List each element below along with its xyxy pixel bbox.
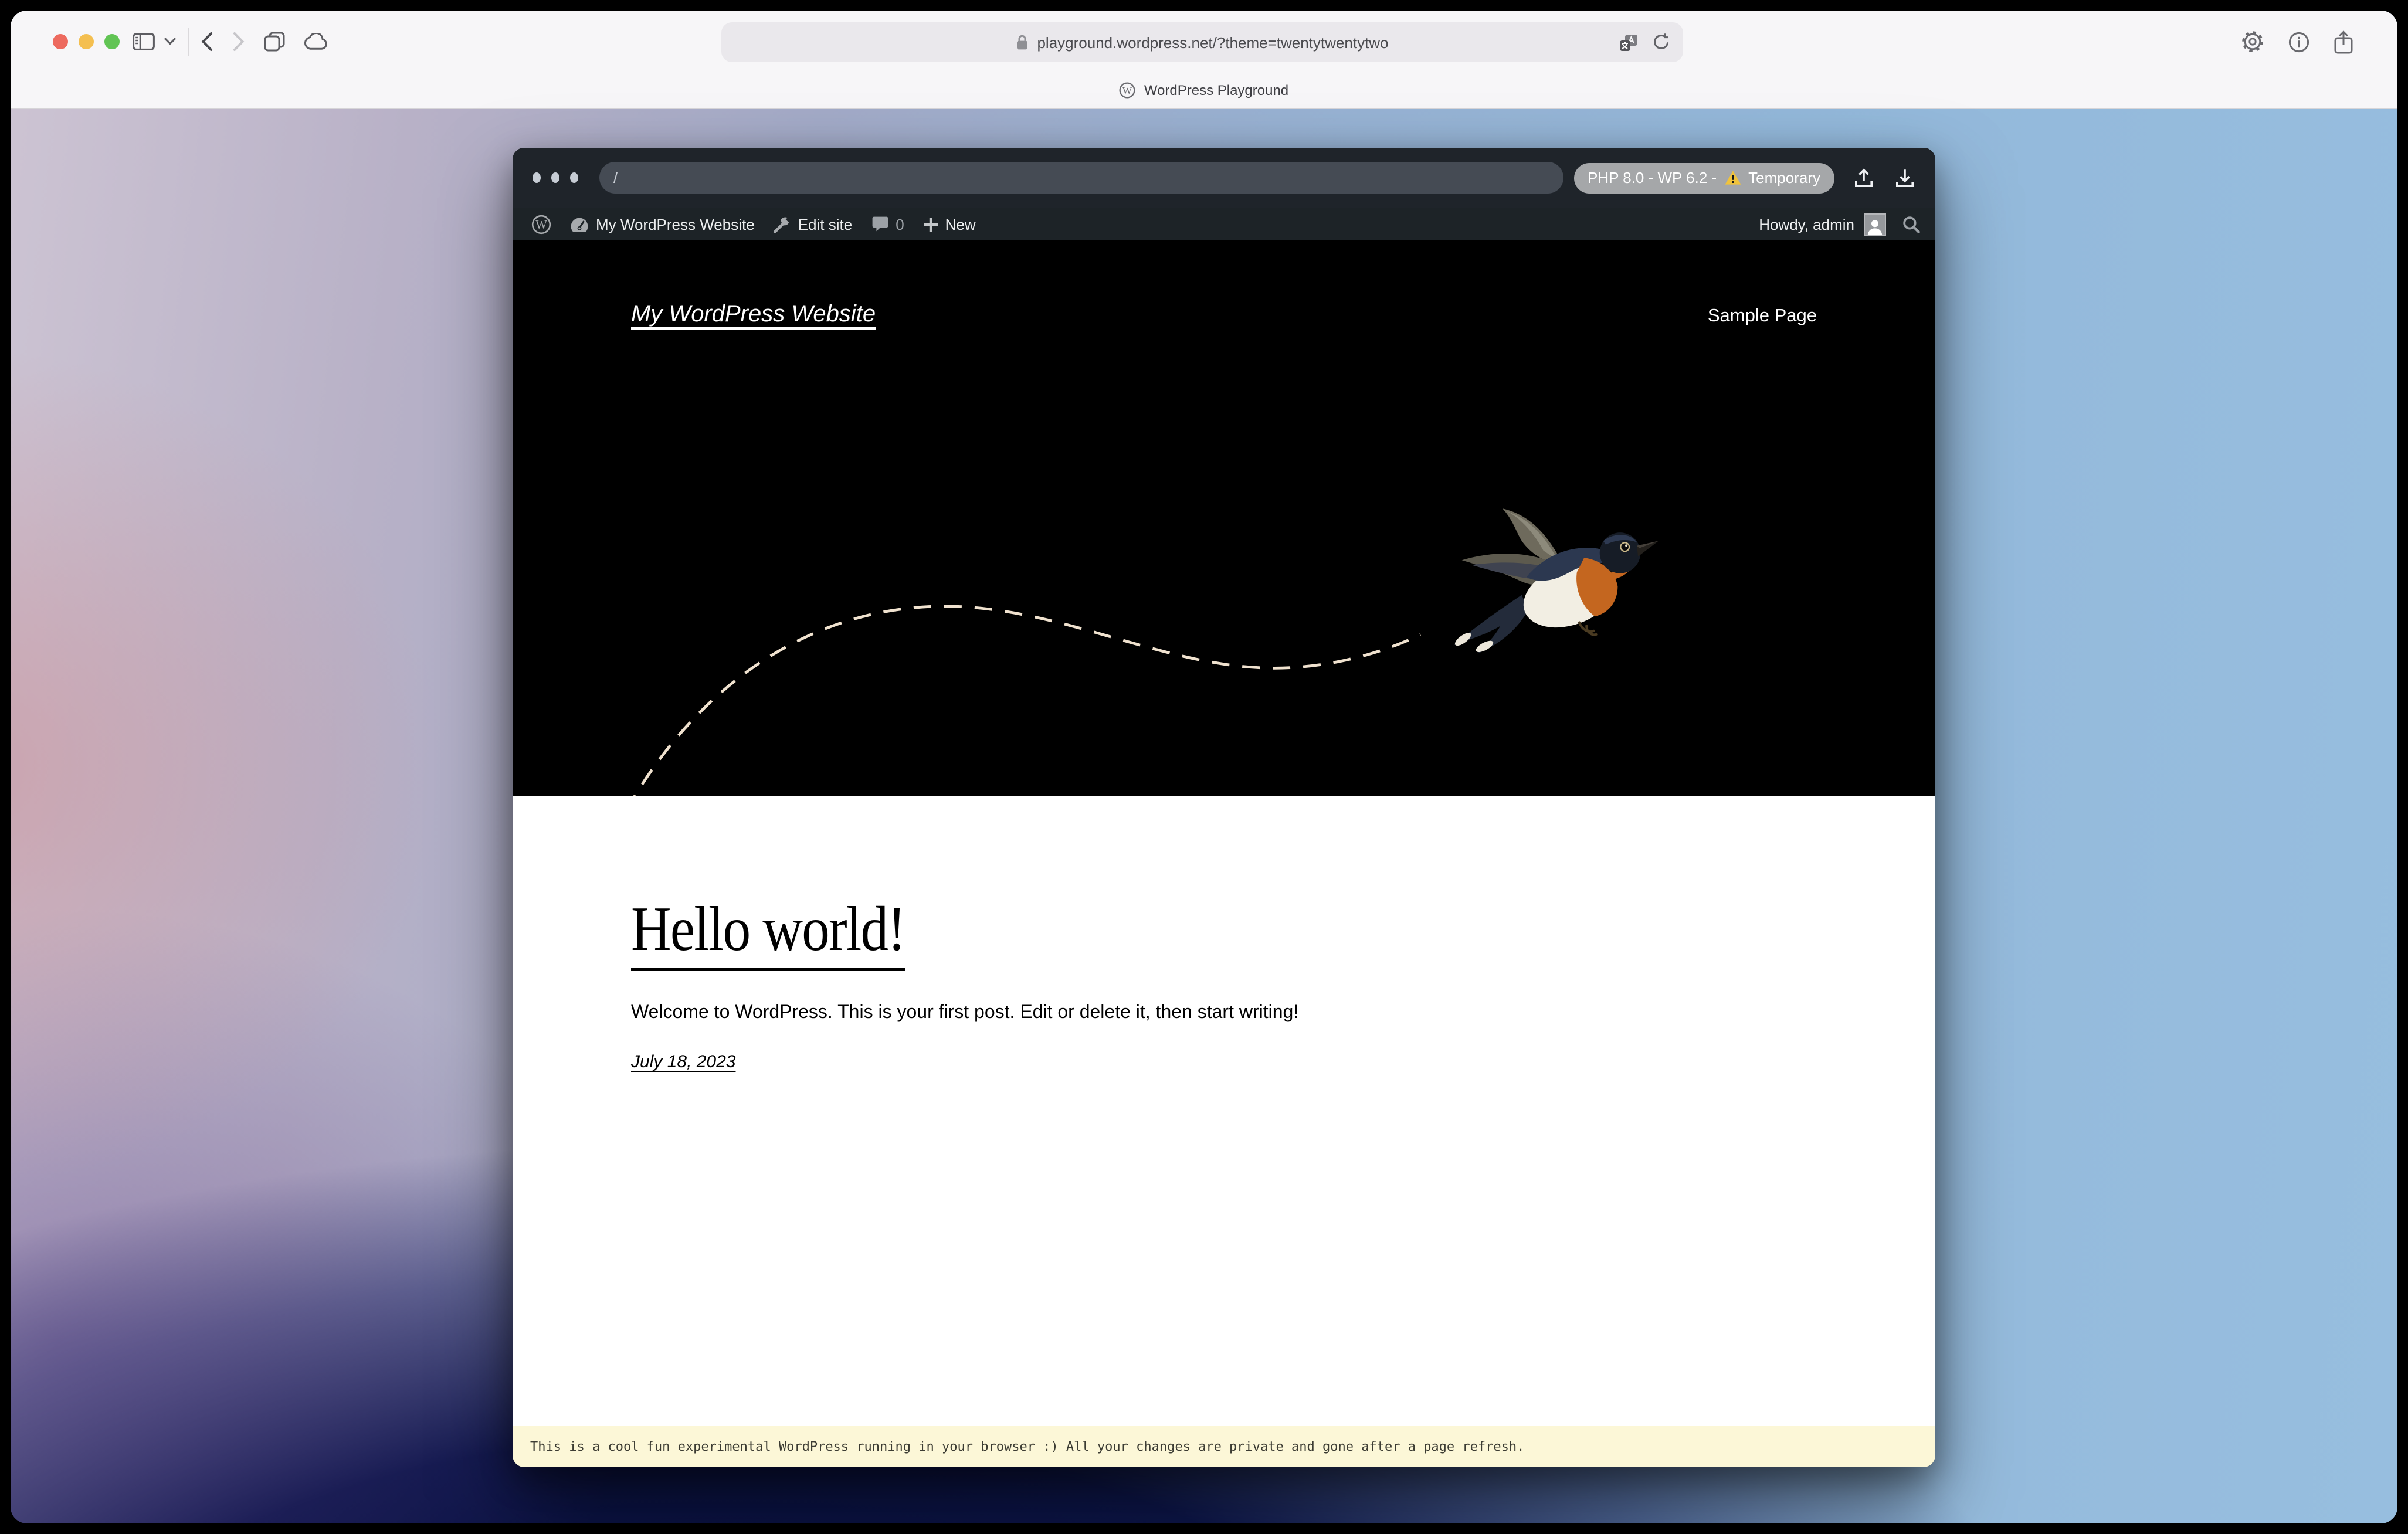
tabs-overview-icon[interactable] [264, 32, 285, 52]
dot [570, 172, 578, 183]
post-body-text: Welcome to WordPress. This is your first… [631, 1003, 1299, 1023]
comments-menu[interactable]: 0 [862, 208, 913, 240]
playground-path: / [613, 169, 618, 186]
wp-logo-menu[interactable]: W [522, 208, 561, 240]
wordpress-logo-icon: W [531, 214, 551, 234]
back-icon[interactable] [201, 32, 213, 52]
translate-icon[interactable] [1619, 33, 1640, 51]
cloud-icon[interactable] [304, 33, 328, 50]
share-icon[interactable] [2334, 30, 2353, 53]
plus-icon [923, 216, 938, 232]
browser-toolbar: playground.wordpress.net/?theme=twentytw… [11, 11, 2397, 73]
gear-icon[interactable] [2241, 30, 2264, 53]
avatar [1864, 213, 1886, 235]
new-content-menu[interactable]: New [914, 208, 985, 240]
tab-title: WordPress Playground [1144, 82, 1289, 99]
forward-icon[interactable] [232, 32, 245, 52]
search-icon[interactable] [1902, 215, 1920, 233]
wp-admin-bar: W My WordPress Website Edit site 0 New H… [513, 208, 1935, 240]
active-tab[interactable]: W WordPress Playground [11, 73, 2397, 108]
playground-topbar: / PHP 8.0 - WP 6.2 - Temporary [513, 148, 1935, 208]
sidebar-icon[interactable] [133, 33, 155, 50]
new-label: New [945, 215, 976, 233]
playground-version-badge[interactable]: PHP 8.0 - WP 6.2 - Temporary [1573, 162, 1834, 193]
site-title-link[interactable]: My WordPress Website [631, 301, 876, 328]
comment-icon [871, 216, 888, 232]
browser-chrome: playground.wordpress.net/?theme=twentytw… [11, 11, 2397, 109]
howdy-label: Howdy, admin [1759, 215, 1854, 233]
badge-text: PHP 8.0 - WP 6.2 - [1588, 169, 1717, 186]
toolbar-divider [188, 28, 189, 56]
minimize-button[interactable] [79, 34, 94, 49]
dashboard-gauge-icon [570, 216, 589, 232]
comment-count: 0 [896, 215, 904, 233]
screen: playground.wordpress.net/?theme=twentytw… [0, 0, 2408, 1534]
post-date-link[interactable]: July 18, 2023 [631, 1052, 735, 1072]
download-icon[interactable] [1894, 167, 1915, 188]
nav-item-sample-page[interactable]: Sample Page [1708, 306, 1817, 327]
warning-icon [1724, 170, 1741, 185]
badge-warning-text: Temporary [1748, 169, 1820, 186]
notice-text: This is a cool fun experimental WordPres… [530, 1439, 1525, 1454]
edit-site-label: Edit site [798, 215, 853, 233]
playground-address-input[interactable]: / [599, 162, 1563, 194]
url-text: playground.wordpress.net/?theme=twentytw… [1037, 33, 1389, 51]
svg-text:W: W [1123, 85, 1133, 96]
sidebar-chevron-down-icon[interactable] [164, 38, 176, 46]
site-name-label: My WordPress Website [596, 215, 755, 233]
info-icon[interactable] [2288, 31, 2309, 52]
zoom-button[interactable] [104, 34, 120, 49]
site-name-menu[interactable]: My WordPress Website [561, 208, 764, 240]
dot [533, 172, 541, 183]
site-header: My WordPress Website Sample Page [513, 240, 1935, 796]
wordpress-logo-icon: W [1120, 82, 1136, 99]
close-button[interactable] [53, 34, 68, 49]
bird-illustration [1453, 508, 1659, 654]
window-controls [53, 34, 120, 49]
upload-icon[interactable] [1853, 167, 1874, 188]
desktop-wallpaper: playground.wordpress.net/?theme=twentytw… [11, 11, 2397, 1523]
playground-window-dots [533, 172, 578, 183]
svg-text:W: W [535, 217, 547, 231]
wordpress-playground-window: / PHP 8.0 - WP 6.2 - Temporary W My Word… [513, 148, 1935, 1467]
my-account-menu[interactable]: Howdy, admin [1754, 213, 1891, 235]
reload-icon[interactable] [1653, 33, 1670, 52]
post-content: Hello world! Welcome to WordPress. This … [513, 796, 1935, 1426]
dot [551, 172, 559, 183]
tools-icon [774, 215, 791, 233]
post-title-link[interactable]: Hello world! [631, 892, 906, 965]
playground-notice-bar: This is a cool fun experimental WordPres… [513, 1426, 1935, 1467]
edit-site-menu[interactable]: Edit site [764, 208, 862, 240]
address-bar[interactable]: playground.wordpress.net/?theme=twentytw… [721, 22, 1683, 62]
lock-icon [1016, 34, 1029, 50]
